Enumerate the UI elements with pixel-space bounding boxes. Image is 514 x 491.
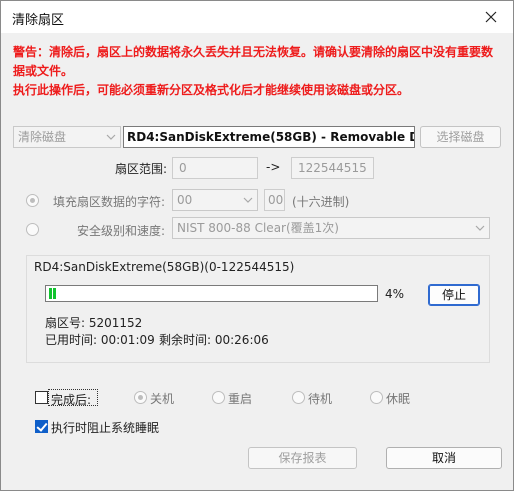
shutdown-radio[interactable] xyxy=(134,391,147,404)
after-complete-checkbox[interactable] xyxy=(35,391,48,404)
hibernate-label: 休眠 xyxy=(386,392,411,406)
warning-line-3: 执行此操作后，可能必须重新分区及格式化后才能继续使用该磁盘或分区。 xyxy=(13,83,410,97)
save-report-button[interactable]: 保存报表 xyxy=(248,447,357,469)
hex-note: (十六进制) xyxy=(292,195,350,209)
stop-button[interactable]: 停止 xyxy=(428,284,480,306)
mode-combo-value: 清除磁盘 xyxy=(18,130,67,144)
progress-percent: 4% xyxy=(385,287,405,301)
progress-fill-segment xyxy=(53,288,56,299)
mode-combo[interactable]: 清除磁盘 xyxy=(13,126,121,148)
fill-char-radio[interactable] xyxy=(26,194,39,207)
security-value: NIST 800-88 Clear(覆盖1次) xyxy=(177,221,339,235)
clear-sectors-dialog: 清除扇区 警告：清除后，扇区上的数据将永久丢失并且无法恢复。请确认要清除的扇区中… xyxy=(0,0,514,491)
security-radio[interactable] xyxy=(26,223,39,236)
warning-message: 警告：清除后，扇区上的数据将永久丢失并且无法恢复。请确认要清除的扇区中没有重要数… xyxy=(13,43,505,100)
disk-combo-value: RD4:SanDiskExtreme(58GB) - Removable Dis… xyxy=(127,130,414,144)
close-button[interactable] xyxy=(469,1,513,33)
after-complete-label: 完成后: xyxy=(51,393,92,407)
remaining-time: 剩余时间: 00:26:06 xyxy=(159,333,269,347)
restart-label: 重启 xyxy=(228,392,253,406)
prevent-sleep-label: 执行时阻止系统睡眠 xyxy=(51,421,160,435)
hibernate-radio[interactable] xyxy=(370,391,383,404)
elapsed-time: 已用时间: 00:01:09 xyxy=(45,333,155,347)
close-icon xyxy=(485,11,497,23)
sector-number: 扇区号: 5201152 xyxy=(45,316,143,330)
window-title: 清除扇区 xyxy=(12,13,65,28)
shutdown-label: 关机 xyxy=(150,392,175,406)
sector-start-input[interactable]: 0 xyxy=(172,157,258,179)
cancel-button[interactable]: 取消 xyxy=(386,447,502,469)
fill-hex-input[interactable]: 00 xyxy=(264,189,285,211)
progress-fill-segment xyxy=(49,288,52,299)
select-disk-button[interactable]: 选择磁盘 xyxy=(420,126,501,148)
title-bar: 清除扇区 xyxy=(1,1,513,33)
sector-range-label: 扇区范围: xyxy=(115,162,168,176)
security-label: 安全级别和速度: xyxy=(77,224,166,238)
prevent-sleep-checkbox[interactable] xyxy=(35,420,48,433)
disk-combo[interactable]: RD4:SanDiskExtreme(58GB) - Removable Dis… xyxy=(123,126,415,148)
chevron-down-icon xyxy=(106,134,116,140)
fill-char-label: 填充扇区数据的字符: xyxy=(53,195,166,209)
standby-radio[interactable] xyxy=(292,391,305,404)
security-combo[interactable]: NIST 800-88 Clear(覆盖1次) xyxy=(172,217,490,239)
fill-char-value: 00 xyxy=(177,193,193,207)
warning-line-2: 据或文件。 xyxy=(13,64,74,78)
restart-radio[interactable] xyxy=(212,391,225,404)
standby-label: 待机 xyxy=(308,392,333,406)
chevron-down-icon xyxy=(475,225,485,231)
fill-char-combo[interactable]: 00 xyxy=(172,189,258,211)
chevron-down-icon xyxy=(243,197,253,203)
range-arrow: -> xyxy=(266,160,281,174)
warning-line-1: 警告：清除后，扇区上的数据将永久丢失并且无法恢复。请确认要清除的扇区中没有重要数 xyxy=(13,45,494,59)
progress-bar xyxy=(45,285,378,302)
progress-title: RD4:SanDiskExtreme(58GB)(0-122544515) xyxy=(34,260,295,274)
sector-end-input[interactable]: 122544515 xyxy=(291,157,374,179)
